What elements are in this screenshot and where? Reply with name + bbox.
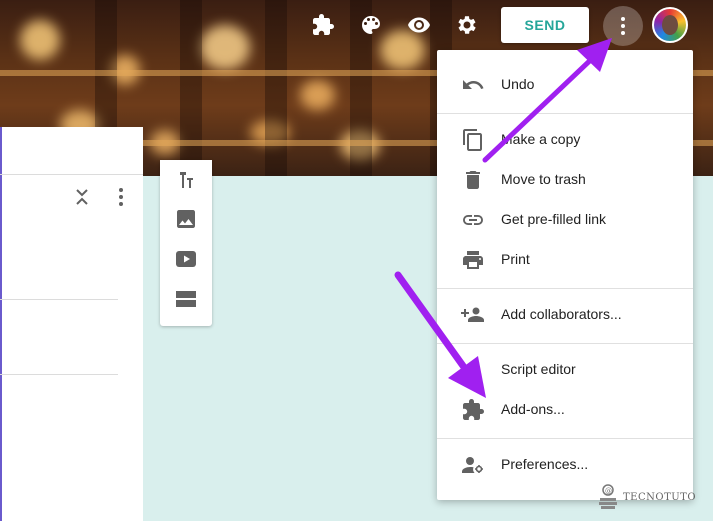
menu-item-label: Print xyxy=(501,251,530,267)
puzzle-icon xyxy=(313,14,334,35)
collapse-icon xyxy=(76,189,88,205)
menu-item-make-copy[interactable]: Make a copy xyxy=(437,120,693,160)
menu-item-get-prefilled-link[interactable]: Get pre-filled link xyxy=(437,200,693,240)
watermark: @ TECNOTUTO xyxy=(597,484,696,510)
title-icon xyxy=(180,172,193,188)
settings-button[interactable] xyxy=(452,10,482,40)
theme-button[interactable] xyxy=(356,10,386,40)
menu-item-label: Add collaborators... xyxy=(501,306,622,322)
menu-item-script-editor[interactable]: Script editor xyxy=(437,350,693,390)
section-icon xyxy=(176,291,196,307)
card-accent-bar xyxy=(0,127,2,521)
menu-item-preferences[interactable]: Preferences... xyxy=(437,445,693,485)
form-question-card xyxy=(0,127,143,521)
trash-icon xyxy=(466,171,480,189)
menu-item-label: Add-ons... xyxy=(501,401,565,417)
menu-divider xyxy=(437,438,693,439)
watermark-text: TECNOTUTO xyxy=(623,491,697,503)
menu-item-label: Script editor xyxy=(501,361,576,377)
more-options-menu: Undo Make a copy Move to trash Get pre-f… xyxy=(437,50,693,500)
menu-item-label: Undo xyxy=(501,76,535,92)
more-options-button[interactable] xyxy=(603,6,643,46)
menu-divider xyxy=(437,343,693,344)
menu-item-undo[interactable]: Undo xyxy=(437,65,693,105)
video-icon xyxy=(176,251,196,267)
undo-icon xyxy=(463,80,484,89)
side-toolbar xyxy=(160,160,212,326)
link-icon xyxy=(463,215,483,225)
eye-icon xyxy=(408,17,430,33)
menu-item-label: Move to trash xyxy=(501,171,586,187)
add-image-button[interactable] xyxy=(174,207,198,231)
avatar[interactable] xyxy=(652,7,688,43)
puzzle-icon xyxy=(463,399,484,420)
svg-text:@: @ xyxy=(605,487,612,495)
menu-divider xyxy=(437,113,693,114)
input-underline xyxy=(0,374,118,375)
preview-button[interactable] xyxy=(404,10,434,40)
menu-divider xyxy=(437,288,693,289)
menu-item-label: Preferences... xyxy=(501,456,589,472)
copy-icon xyxy=(463,129,482,151)
menu-item-print[interactable]: Print xyxy=(437,240,693,280)
gear-icon xyxy=(458,16,476,34)
menu-item-label: Make a copy xyxy=(501,131,581,147)
collapse-button[interactable] xyxy=(70,185,94,209)
watermark-logo-icon: @ xyxy=(599,484,617,509)
addons-toolbar-button[interactable] xyxy=(308,10,338,40)
add-people-icon xyxy=(461,307,484,322)
print-icon xyxy=(463,251,483,269)
send-button[interactable]: SEND xyxy=(501,7,589,43)
divider xyxy=(0,174,143,175)
palette-icon xyxy=(362,16,380,34)
add-video-button[interactable] xyxy=(174,247,198,271)
menu-item-add-ons[interactable]: Add-ons... xyxy=(437,390,693,430)
add-title-button[interactable] xyxy=(174,168,198,192)
input-underline xyxy=(0,299,118,300)
menu-item-label: Get pre-filled link xyxy=(501,211,607,227)
person-settings-icon xyxy=(462,457,483,473)
more-vert-icon xyxy=(119,188,123,206)
menu-item-move-to-trash[interactable]: Move to trash xyxy=(437,160,693,200)
menu-item-add-collaborators[interactable]: Add collaborators... xyxy=(437,295,693,335)
add-section-button[interactable] xyxy=(174,287,198,311)
more-vert-icon xyxy=(621,17,625,35)
question-more-button[interactable] xyxy=(109,185,133,209)
image-icon xyxy=(177,210,195,228)
